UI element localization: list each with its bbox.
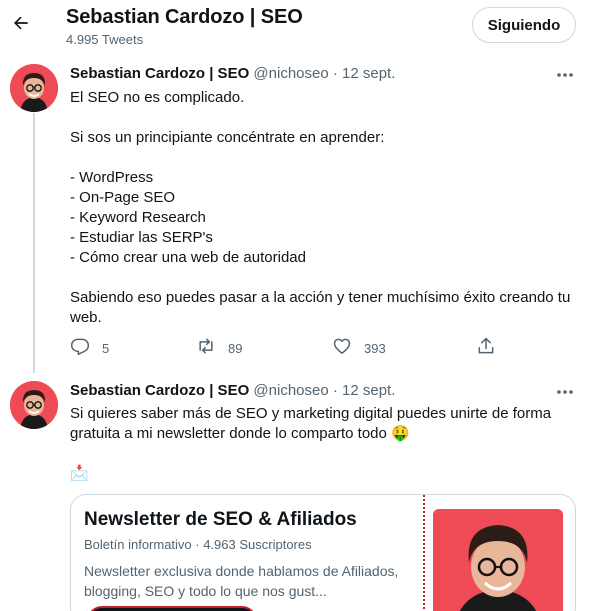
more-dots-icon: [556, 65, 574, 83]
tweet-line: - WordPress: [70, 169, 154, 186]
like-count: 393: [364, 341, 386, 356]
avatar[interactable]: [10, 64, 58, 112]
tweet-header: Sebastian Cardozo | SEO @nichoseo · 12 s…: [70, 65, 395, 82]
heart-icon: [332, 336, 352, 361]
tweet-line: gratuita a mi newsletter donde lo compar…: [70, 425, 410, 442]
tweet-line: Sabiendo eso puedes pasar a la acción y …: [70, 289, 571, 306]
card-subtitle: Boletín informativo · 4.963 Suscriptores: [84, 537, 312, 552]
tweet-header: Sebastian Cardozo | SEO @nichoseo · 12 s…: [70, 382, 395, 399]
card-title: Newsletter de SEO & Afiliados: [84, 509, 357, 530]
card-subscribe-button[interactable]: [87, 606, 257, 611]
arrow-left-icon: [11, 13, 31, 38]
tweet-line: [70, 444, 580, 464]
tweet-line: web.: [70, 309, 102, 326]
avatar[interactable]: [10, 381, 58, 429]
tweet-line: [70, 108, 580, 128]
share-icon: [476, 336, 496, 361]
retweet-icon: [196, 336, 216, 361]
reply-icon: [70, 336, 90, 361]
tweet-actions: 5 89 393: [70, 336, 510, 360]
card-divider: [423, 495, 425, 611]
retweet-button[interactable]: 89: [196, 336, 242, 361]
tweet-line: [70, 268, 580, 288]
author-meta: @nichoseo · 12 sept.: [249, 382, 396, 399]
author-meta: @nichoseo · 12 sept.: [249, 65, 396, 82]
envelope-emoji: 📩: [70, 465, 89, 482]
reply-button[interactable]: 5: [70, 336, 109, 361]
more-options-button[interactable]: [554, 64, 576, 84]
back-button[interactable]: [8, 9, 34, 41]
tweet-line: - Cómo crear una web de autoridad: [70, 249, 306, 266]
tweet-line: Si sos un principiante concéntrate en ap…: [70, 129, 385, 146]
more-dots-icon: [556, 382, 574, 400]
like-button[interactable]: 393: [332, 336, 386, 361]
author-name[interactable]: Sebastian Cardozo | SEO: [70, 382, 249, 399]
share-button[interactable]: [476, 336, 496, 361]
tweet-line: - On-Page SEO: [70, 189, 176, 206]
card-description: Newsletter exclusiva donde hablamos de A…: [84, 563, 399, 599]
tweet-text: El SEO no es complicado. Si sos un princ…: [70, 88, 580, 328]
reply-count: 5: [102, 341, 110, 356]
author-name[interactable]: Sebastian Cardozo | SEO: [70, 65, 249, 82]
thread-connector-line: [33, 113, 35, 373]
newsletter-card[interactable]: Newsletter de SEO & Afiliados Boletín in…: [70, 494, 576, 611]
tweet-count: 4.995 Tweets: [66, 32, 144, 47]
retweet-count: 89: [228, 341, 243, 356]
tweet-line: [70, 148, 580, 168]
profile-title: Sebastian Cardozo | SEO: [66, 6, 303, 28]
tweet-line: El SEO no es complicado.: [70, 89, 245, 106]
tweet-line: Si quieres saber más de SEO y marketing …: [70, 405, 552, 422]
following-button[interactable]: Siguiendo: [472, 7, 576, 43]
profile-header: Sebastian Cardozo | SEO 4.995 Tweets Sig…: [0, 0, 595, 53]
tweet-line: - Keyword Research: [70, 209, 206, 226]
card-image: [433, 509, 563, 611]
tweet-line: - Estudiar las SERP's: [70, 229, 213, 246]
more-options-button[interactable]: [554, 381, 576, 401]
tweet-text: Si quieres saber más de SEO y marketing …: [70, 404, 580, 484]
